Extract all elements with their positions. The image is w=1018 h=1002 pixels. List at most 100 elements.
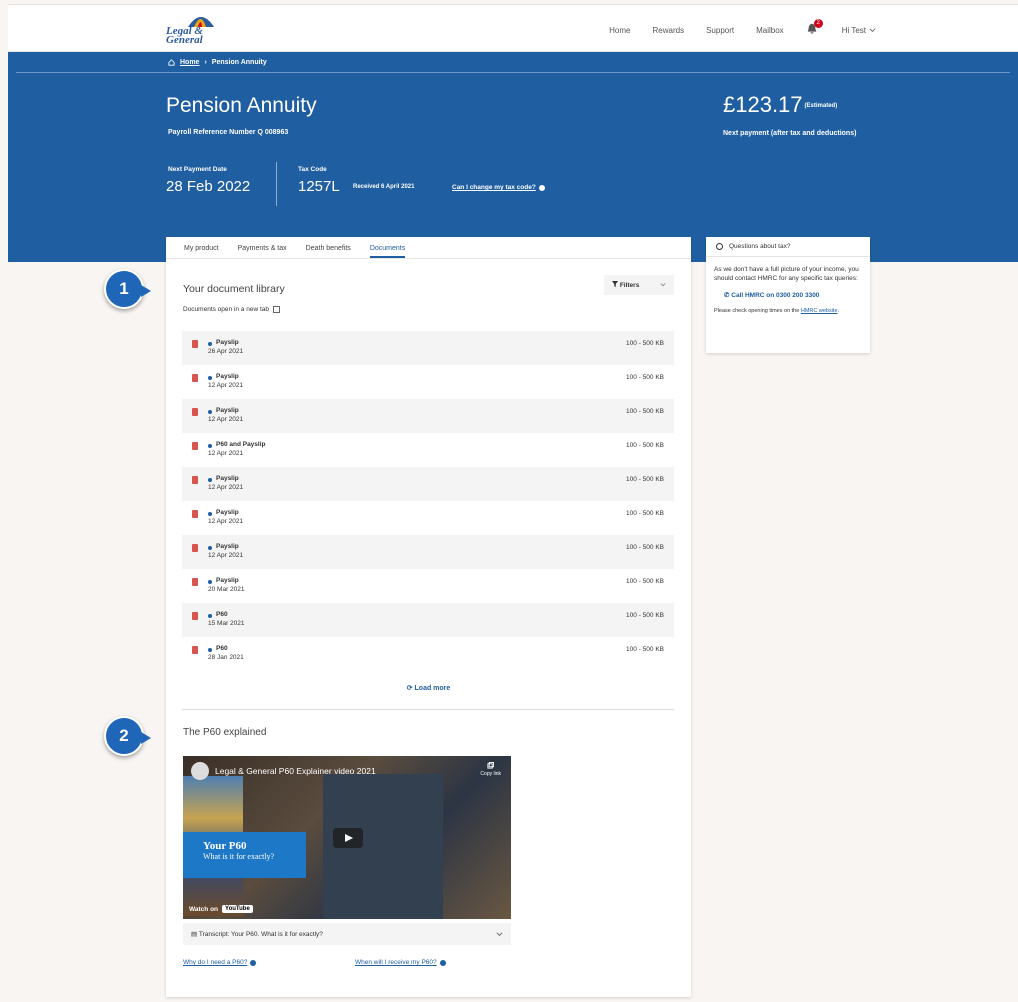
external-link-icon <box>273 306 280 313</box>
document-size: 100 - 500 KB <box>626 510 664 517</box>
new-tab-note-text: Documents open in a new tab <box>183 306 269 313</box>
document-row[interactable]: Payslip 12 Apr 2021 100 - 500 KB <box>182 399 674 433</box>
account-hero: Home › Pension Annuity Pension Annuity P… <box>8 52 1018 262</box>
tax-questions-text: As we don't have a full picture of your … <box>714 266 859 282</box>
pdf-icon <box>192 408 198 416</box>
youtube-logo: YouTube <box>222 905 253 913</box>
document-row[interactable]: Payslip 12 Apr 2021 100 - 500 KB <box>182 535 674 569</box>
callout-badge-2: 2 <box>104 716 151 756</box>
document-size: 100 - 500 KB <box>626 442 664 449</box>
document-row[interactable]: Payslip 12 Apr 2021 100 - 500 KB <box>182 365 674 399</box>
tab-documents[interactable]: Documents <box>369 245 406 258</box>
hmrc-website-link[interactable]: HMRC website <box>801 308 838 314</box>
unread-dot <box>208 444 212 448</box>
hmrc-opening-note: Please check opening times on the HMRC w… <box>714 308 840 314</box>
notification-count-badge: 2 <box>813 19 823 28</box>
info-icon <box>439 959 446 966</box>
next-payment-date-value: 28 Feb 2022 <box>166 178 251 195</box>
document-name: P60 <box>216 611 228 618</box>
copy-link-button[interactable]: Copy link <box>480 762 501 777</box>
filters-button[interactable]: Filters <box>604 275 674 295</box>
pdf-icon <box>192 612 198 620</box>
tax-questions-card: Questions about tax? As we don't have a … <box>706 237 870 353</box>
document-row[interactable]: Payslip 12 Apr 2021 100 - 500 KB <box>182 467 674 501</box>
tab-payments-tax[interactable]: Payments & tax <box>238 245 287 258</box>
nav-support[interactable]: Support <box>706 26 734 35</box>
document-row[interactable]: Payslip 26 Apr 2021 100 - 500 KB <box>182 331 674 365</box>
filters-label: Filters <box>612 281 639 289</box>
pdf-icon <box>192 340 198 348</box>
breadcrumb-current: Pension Annuity <box>211 59 267 66</box>
document-size: 100 - 500 KB <box>626 340 664 347</box>
nav-home[interactable]: Home <box>609 26 630 35</box>
document-date: 12 Apr 2021 <box>208 518 244 525</box>
breadcrumb-separator: › <box>204 59 207 66</box>
product-tabs: My product Payments & tax Death benefits… <box>166 237 691 259</box>
breadcrumb: Home › Pension Annuity <box>168 59 267 66</box>
notifications-button[interactable]: 2 <box>806 19 823 37</box>
pdf-icon <box>192 544 198 552</box>
breadcrumb-home-link[interactable]: Home <box>180 59 199 66</box>
nav-mailbox[interactable]: Mailbox <box>756 26 784 35</box>
tax-questions-header: Questions about tax? <box>706 237 870 257</box>
pdf-icon <box>192 510 198 518</box>
change-tax-code-label: Can I change my tax code? <box>452 184 536 191</box>
unread-dot <box>208 614 212 618</box>
main-nav: Home Rewards Support Mailbox 2 Hi Test <box>609 19 876 37</box>
document-size: 100 - 500 KB <box>626 374 664 381</box>
document-date: 15 Mar 2021 <box>208 620 245 627</box>
document-row[interactable]: Payslip 20 Mar 2021 100 - 500 KB <box>182 569 674 603</box>
hero-divider <box>276 162 277 206</box>
tab-my-product[interactable]: My product <box>184 245 219 258</box>
document-size: 100 - 500 KB <box>626 476 664 483</box>
p60-video-player[interactable]: Legal & General P60 Explainer video 2021… <box>183 756 511 919</box>
document-name: Payslip <box>216 339 239 346</box>
user-menu[interactable]: Hi Test <box>842 26 876 35</box>
video-card-heading: Your P60 <box>203 840 247 852</box>
document-name: P60 and Payslip <box>216 441 266 448</box>
document-list: Payslip 26 Apr 2021 100 - 500 KB Payslip 12… <box>182 331 674 671</box>
transcript-toggle[interactable]: ▤ Transcript: Your P60. What is it for e… <box>183 923 511 945</box>
play-button[interactable] <box>333 828 363 848</box>
tab-death-benefits[interactable]: Death benefits <box>306 245 351 258</box>
document-row[interactable]: P60 28 Jan 2021 100 - 500 KB <box>182 637 674 671</box>
watch-on-youtube[interactable]: Watch on YouTube <box>189 905 253 913</box>
change-tax-code-link[interactable]: Can I change my tax code? <box>452 184 545 191</box>
chevron-down-icon <box>496 931 503 936</box>
unread-dot <box>208 410 212 414</box>
unread-dot <box>208 546 212 550</box>
home-icon <box>168 59 175 66</box>
document-row[interactable]: Payslip 12 Apr 2021 100 - 500 KB <box>182 501 674 535</box>
document-date: 12 Apr 2021 <box>208 450 244 457</box>
load-more-button[interactable]: ⟳ Load more <box>166 684 691 692</box>
channel-avatar <box>191 762 209 780</box>
estimated-label: (Estimated) <box>804 103 838 110</box>
unread-dot <box>208 512 212 516</box>
payment-amount-value: £123.17 <box>723 92 803 117</box>
callout-badge-1: 1 <box>104 269 151 309</box>
unread-dot <box>208 648 212 652</box>
video-card-subheading: What is it for exactly? <box>203 852 275 861</box>
document-name: P60 <box>216 645 228 652</box>
document-row[interactable]: P60 and Payslip 12 Apr 2021 100 - 500 KB <box>182 433 674 467</box>
documents-panel: My product Payments & tax Death benefits… <box>166 237 691 997</box>
top-bar: Legal & General Home Rewards Support Mail… <box>8 4 1018 52</box>
why-p60-link[interactable]: Why do I need a P60? <box>183 959 257 966</box>
document-name: Payslip <box>216 475 239 482</box>
when-p60-link[interactable]: When will I receive my P60? <box>355 959 446 966</box>
transcript-label-wrap: ▤ Transcript: Your P60. What is it for e… <box>191 930 323 938</box>
tax-code-received: Received 6 April 2021 <box>353 184 415 190</box>
pdf-icon <box>192 476 198 484</box>
nav-rewards[interactable]: Rewards <box>653 26 685 35</box>
pdf-icon <box>192 442 198 450</box>
document-date: 20 Mar 2021 <box>208 586 245 593</box>
phone-icon: ✆ <box>724 292 730 299</box>
unread-dot <box>208 342 212 346</box>
legal-general-logo[interactable]: Legal & General <box>166 13 226 47</box>
pdf-icon <box>192 374 198 382</box>
document-row[interactable]: P60 15 Mar 2021 100 - 500 KB <box>182 603 674 637</box>
breadcrumb-divider <box>16 72 1010 73</box>
next-payment-note: Next payment (after tax and deductions) <box>723 130 857 137</box>
hmrc-note-text: Please check opening times on the <box>714 308 800 314</box>
call-hmrc-link[interactable]: ✆ Call HMRC on 0300 200 3300 <box>714 291 862 300</box>
